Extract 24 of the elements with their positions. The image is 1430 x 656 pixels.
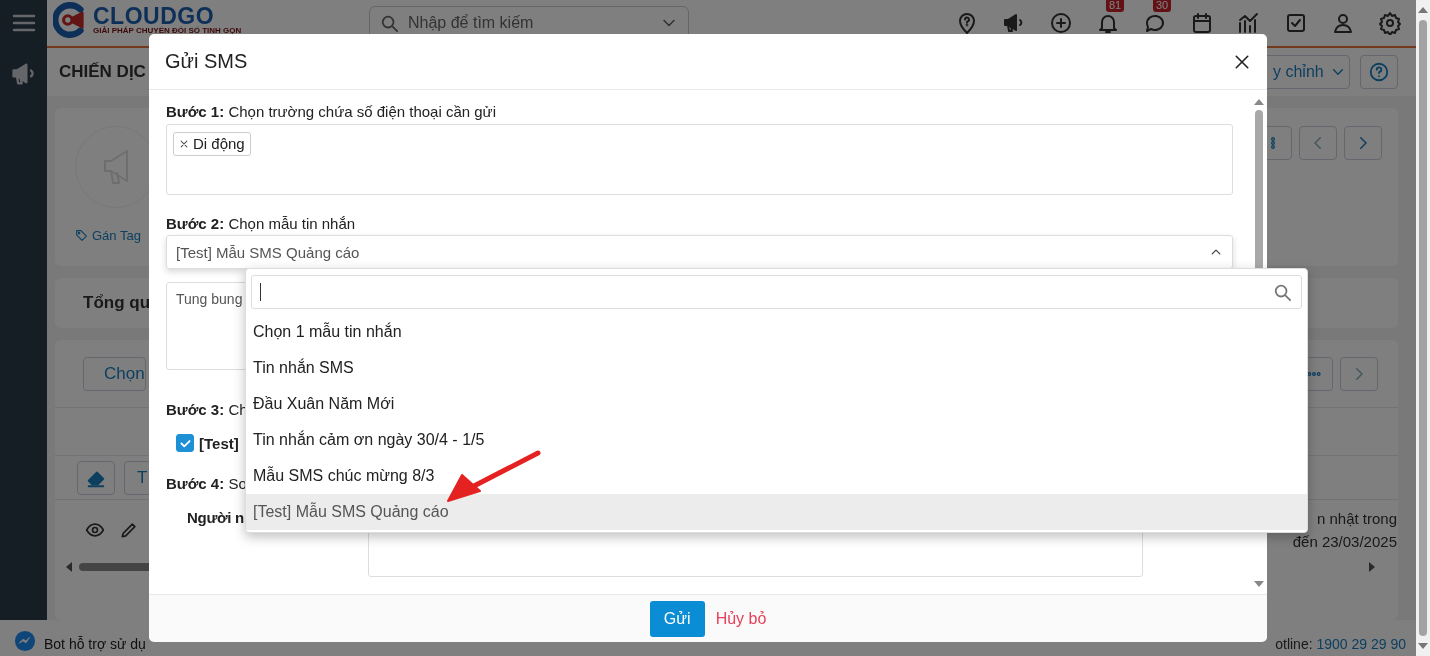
section-title: Tổng qu bbox=[83, 293, 151, 313]
dropdown-option[interactable]: Mẫu SMS chúc mừng 8/3 bbox=[246, 458, 1307, 494]
count-badge: 81 bbox=[1106, 0, 1125, 12]
hotline-label: otline: bbox=[1275, 636, 1314, 652]
dialog-title: Gửi SMS bbox=[165, 50, 248, 73]
logo-text: CLOUDGO bbox=[93, 5, 215, 27]
step-label: Bước 2: Chọn mẫu tin nhắn bbox=[166, 214, 356, 234]
count-badge: 30 bbox=[1153, 0, 1172, 12]
bot-text: Bot hỗ trợ sử dụ bbox=[44, 636, 146, 652]
logo-tagline: GIẢI PHÁP CHUYỂN ĐỔI SỐ TINH GỌN bbox=[93, 27, 242, 35]
field-label: Người n bbox=[186, 508, 244, 526]
cancel-link[interactable]: Hủy bỏ bbox=[715, 609, 767, 628]
send-button[interactable]: Gửi bbox=[649, 600, 705, 637]
dropdown-option[interactable]: Đầu Xuân Năm Mới bbox=[246, 386, 1307, 422]
checkbox-label: [Test] bbox=[199, 434, 239, 452]
dropdown-option[interactable]: Tin nhắn cảm ơn ngày 30/4 - 1/5 bbox=[246, 422, 1307, 458]
phone-field-select[interactable]: Di động bbox=[166, 124, 1233, 195]
field-tag[interactable]: Di động bbox=[173, 132, 251, 156]
search-field[interactable]: Nhập để tìm kiếm bbox=[406, 13, 652, 33]
update-date: đến 23/03/2025 bbox=[1292, 532, 1397, 552]
dropdown-option[interactable]: [Test] Mẫu SMS Quảng cáo bbox=[246, 494, 1307, 530]
update-note: n nhật trong bbox=[1315, 509, 1397, 529]
step-label: Bước 1: Chọn trường chứa số điện thoại cần gửi bbox=[166, 102, 496, 122]
page-title: CHIẾN DỊC bbox=[59, 62, 146, 82]
